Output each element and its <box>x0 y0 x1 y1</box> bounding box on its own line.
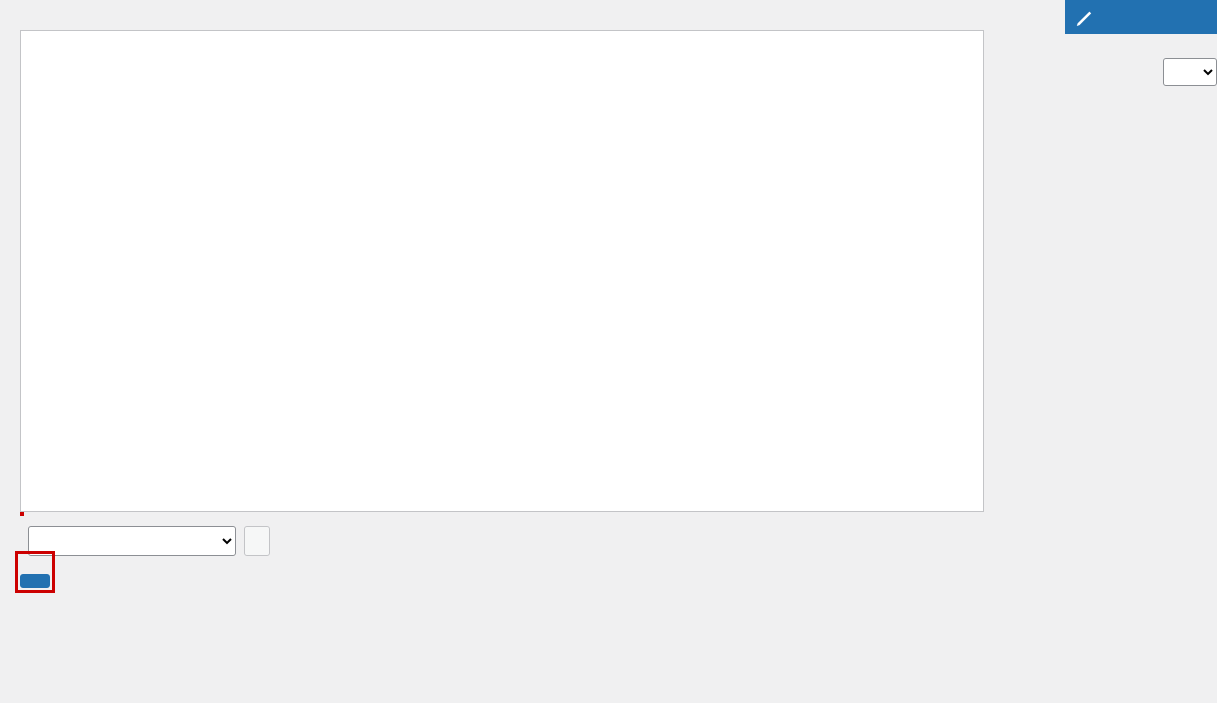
appearance-menu <box>1065 0 1217 34</box>
code-editor[interactable] <box>20 30 984 512</box>
appearance-icon <box>1075 8 1093 26</box>
documentation-select[interactable] <box>28 526 236 556</box>
theme-selector-row <box>1157 58 1217 86</box>
appearance-header[interactable] <box>1065 0 1217 34</box>
theme-select[interactable] <box>1163 58 1217 86</box>
update-file-button[interactable] <box>20 574 50 588</box>
highlight-box <box>20 512 24 516</box>
lookup-button[interactable] <box>244 526 270 556</box>
